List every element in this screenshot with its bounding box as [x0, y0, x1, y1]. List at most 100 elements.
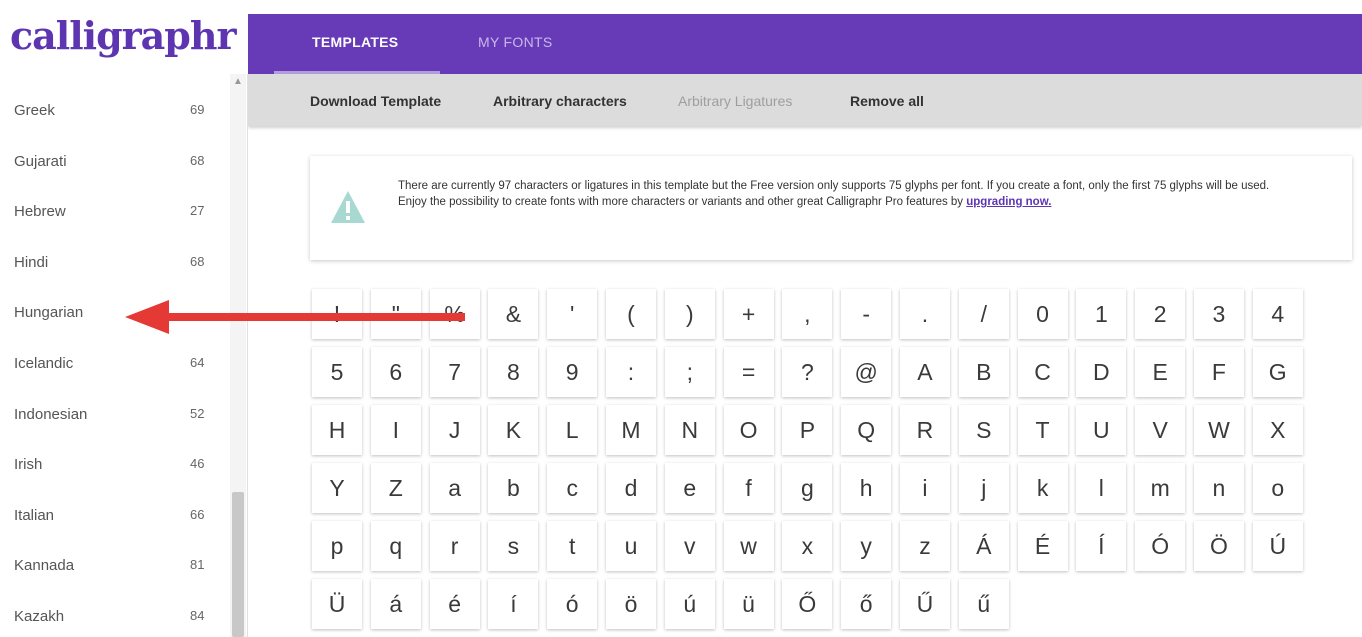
glyph-cell[interactable]: É: [1017, 521, 1068, 571]
arbitrary-characters-button[interactable]: Arbitrary characters: [493, 74, 627, 128]
sidebar-item-gujarati[interactable]: Gujarati 68: [0, 139, 228, 190]
glyph-cell[interactable]: Ű: [899, 579, 950, 629]
sidebar-item-indonesian[interactable]: Indonesian 52: [0, 392, 228, 443]
remove-all-button[interactable]: Remove all: [850, 74, 924, 128]
glyph-cell[interactable]: M: [605, 405, 656, 455]
glyph-cell[interactable]: b: [488, 463, 539, 513]
glyph-cell[interactable]: p: [312, 521, 362, 571]
sidebar-item-icelandic[interactable]: Icelandic 64: [0, 341, 228, 392]
glyph-cell[interactable]: 8: [488, 347, 539, 397]
tab-templates[interactable]: TEMPLATES: [274, 14, 440, 74]
glyph-cell[interactable]: Í: [1076, 521, 1127, 571]
glyph-cell[interactable]: Ú: [1252, 521, 1303, 571]
glyph-cell[interactable]: V: [1135, 405, 1186, 455]
glyph-cell[interactable]: 7: [429, 347, 480, 397]
glyph-cell[interactable]: .: [899, 289, 950, 339]
glyph-cell[interactable]: F: [1193, 347, 1244, 397]
glyph-cell[interactable]: E: [1135, 347, 1186, 397]
glyph-cell[interactable]: %: [429, 289, 480, 339]
sidebar-item-greek[interactable]: Greek 69: [0, 88, 228, 139]
glyph-cell[interactable]: ú: [664, 579, 715, 629]
glyph-cell[interactable]: :: [605, 347, 656, 397]
sidebar-item-kazakh[interactable]: Kazakh 84: [0, 594, 228, 637]
glyph-cell[interactable]: 1: [1076, 289, 1127, 339]
glyph-cell[interactable]: ,: [782, 289, 833, 339]
glyph-cell[interactable]: !: [312, 289, 362, 339]
glyph-cell[interactable]: v: [664, 521, 715, 571]
glyph-cell[interactable]: Y: [312, 463, 362, 513]
glyph-cell[interactable]: ): [664, 289, 715, 339]
glyph-cell[interactable]: i: [899, 463, 950, 513]
glyph-cell[interactable]: ;: [664, 347, 715, 397]
glyph-cell[interactable]: w: [723, 521, 774, 571]
glyph-cell[interactable]: k: [1017, 463, 1068, 513]
glyph-cell[interactable]: c: [547, 463, 598, 513]
glyph-cell[interactable]: Z: [370, 463, 421, 513]
glyph-cell[interactable]: f: [723, 463, 774, 513]
glyph-cell[interactable]: =: [723, 347, 774, 397]
scrollbar-thumb[interactable]: [232, 492, 244, 637]
glyph-cell[interactable]: @: [841, 347, 892, 397]
glyph-cell[interactable]: 6: [370, 347, 421, 397]
glyph-cell[interactable]: t: [547, 521, 598, 571]
tab-my-fonts[interactable]: MY FONTS: [478, 14, 552, 74]
glyph-cell[interactable]: l: [1076, 463, 1127, 513]
glyph-cell[interactable]: W: [1193, 405, 1244, 455]
glyph-cell[interactable]: R: [899, 405, 950, 455]
glyph-cell[interactable]: j: [958, 463, 1009, 513]
glyph-cell[interactable]: q: [370, 521, 421, 571]
glyph-cell[interactable]: 0: [1017, 289, 1068, 339]
glyph-cell[interactable]: /: [958, 289, 1009, 339]
glyph-cell[interactable]: ?: [782, 347, 833, 397]
glyph-cell[interactable]: X: [1252, 405, 1303, 455]
logo[interactable]: calligraphr: [0, 0, 248, 72]
glyph-cell[interactable]: N: [664, 405, 715, 455]
glyph-cell[interactable]: J: [429, 405, 480, 455]
scroll-up-icon[interactable]: ▲: [233, 76, 243, 87]
sidebar-scrollbar[interactable]: ▲: [230, 74, 246, 637]
glyph-cell[interactable]: á: [370, 579, 421, 629]
upgrade-link[interactable]: upgrading now.: [966, 196, 1051, 208]
glyph-cell[interactable]: Ö: [1193, 521, 1244, 571]
glyph-cell[interactable]: (: [605, 289, 656, 339]
sidebar-item-irish[interactable]: Irish 46: [0, 442, 228, 493]
glyph-cell[interactable]: C: [1017, 347, 1068, 397]
glyph-cell[interactable]: T: [1017, 405, 1068, 455]
glyph-cell[interactable]: &: [488, 289, 539, 339]
glyph-cell[interactable]: Ő: [782, 579, 833, 629]
glyph-cell[interactable]: e: [664, 463, 715, 513]
glyph-cell[interactable]: ü: [723, 579, 774, 629]
glyph-cell[interactable]: o: [1252, 463, 1303, 513]
glyph-cell[interactable]: g: [782, 463, 833, 513]
glyph-cell[interactable]: I: [370, 405, 421, 455]
glyph-cell[interactable]: A: [899, 347, 950, 397]
glyph-cell[interactable]: d: [605, 463, 656, 513]
glyph-cell[interactable]: ő: [841, 579, 892, 629]
glyph-cell[interactable]: m: [1135, 463, 1186, 513]
glyph-cell[interactable]: Ü: [312, 579, 362, 629]
glyph-cell[interactable]: 2: [1135, 289, 1186, 339]
glyph-cell[interactable]: y: [841, 521, 892, 571]
glyph-cell[interactable]: H: [312, 405, 362, 455]
glyph-cell[interactable]: ': [547, 289, 598, 339]
arbitrary-ligatures-button[interactable]: Arbitrary Ligatures: [678, 74, 792, 128]
glyph-cell[interactable]: S: [958, 405, 1009, 455]
glyph-cell[interactable]: z: [899, 521, 950, 571]
glyph-cell[interactable]: Á: [958, 521, 1009, 571]
glyph-cell[interactable]: a: [429, 463, 480, 513]
glyph-cell[interactable]: -: [841, 289, 892, 339]
glyph-cell[interactable]: 4: [1252, 289, 1303, 339]
glyph-cell[interactable]: P: [782, 405, 833, 455]
sidebar-item-italian[interactable]: Italian 66: [0, 493, 228, 544]
glyph-cell[interactable]: Ó: [1135, 521, 1186, 571]
glyph-cell[interactable]: ó: [547, 579, 598, 629]
glyph-cell[interactable]: ": [370, 289, 421, 339]
glyph-cell[interactable]: h: [841, 463, 892, 513]
glyph-cell[interactable]: í: [488, 579, 539, 629]
glyph-cell[interactable]: 3: [1193, 289, 1244, 339]
glyph-cell[interactable]: D: [1076, 347, 1127, 397]
glyph-cell[interactable]: +: [723, 289, 774, 339]
glyph-cell[interactable]: é: [429, 579, 480, 629]
sidebar-item-kannada[interactable]: Kannada 81: [0, 543, 228, 594]
glyph-cell[interactable]: u: [605, 521, 656, 571]
